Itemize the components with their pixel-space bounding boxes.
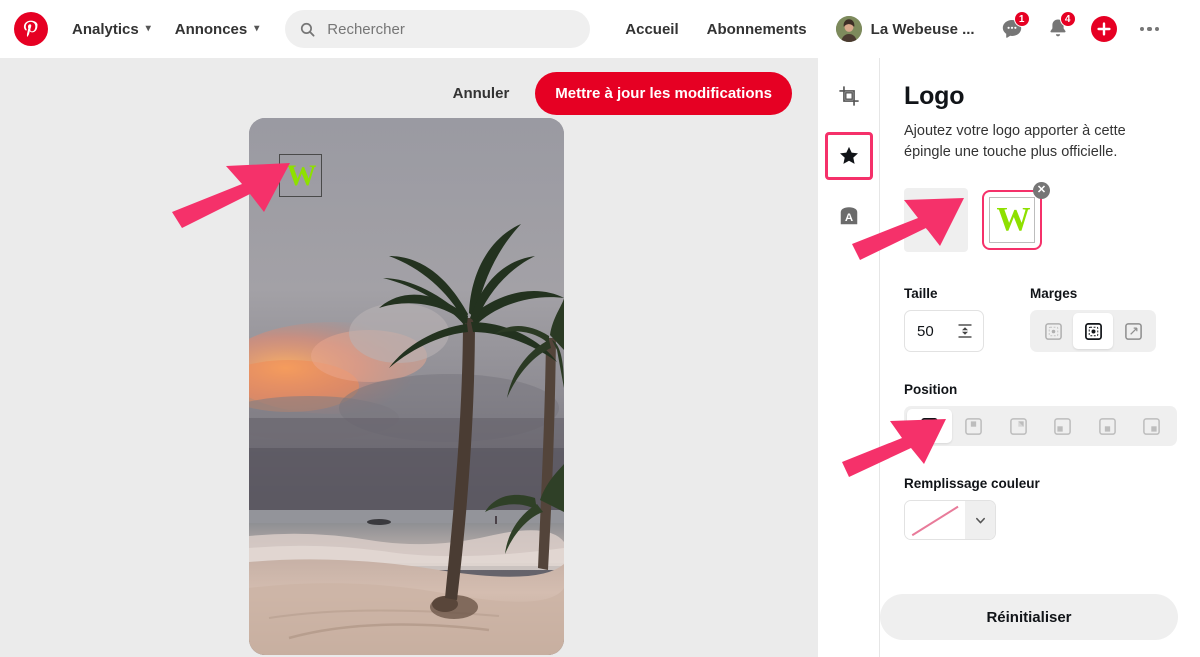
no-color-swatch [905,501,965,540]
chevron-down-icon: ▾ [145,23,151,34]
cancel-button[interactable]: Annuler [443,73,520,114]
position-top-center-icon [965,417,983,435]
notifications-button[interactable]: 4 [1039,10,1077,48]
height-resize-icon [958,324,972,338]
logo-watermark-text: W [286,158,317,192]
pinterest-pin-editor: Analytics ▾ Annonces ▾ Accueil Abonnemen… [0,0,1200,657]
notifications-badge: 4 [1059,11,1076,27]
messages-button[interactable]: 1 [993,10,1031,48]
right-panel: A Logo Ajoutez votre logo apporter à cet… [818,58,1200,657]
fill-color-select[interactable] [904,500,996,541]
search-icon [301,22,315,37]
logo-thumbnail-text: W [996,201,1031,239]
plus-icon [923,207,949,234]
position-bottom-left-icon [1054,417,1072,435]
reset-button[interactable]: Réinitialiser [880,594,1178,640]
position-bottom-center-icon [1098,417,1116,435]
logo-thumbnail[interactable]: W [982,190,1042,251]
position-top-left-icon [920,417,938,435]
editor-body: Annuler Mettre à jour les modifications [0,58,1200,657]
nav-link-accueil[interactable]: Accueil [612,13,691,46]
pin-preview-image[interactable]: W [249,118,564,655]
canvas-area: Annuler Mettre à jour les modifications [0,58,818,657]
margins-segmented-control [1030,310,1156,353]
position-top-left-button[interactable] [907,409,952,444]
position-top-right-button[interactable] [996,409,1041,443]
nav-item-label: Analytics [72,20,139,38]
margin-medium-icon [1084,322,1102,340]
text-a-icon: A [840,207,857,225]
logo-overlay-on-image[interactable]: W [279,154,322,197]
logo-thumbnail-inner: W [989,197,1035,244]
margin-small-icon [1044,322,1062,340]
margins-label: Marges [1030,286,1078,302]
position-label: Position [904,382,958,398]
header-right-group: Accueil Abonnements La Webeuse ... 1 4 [612,10,1168,48]
avatar [835,16,862,42]
position-top-right-icon [1009,417,1027,435]
nav-item-annonces[interactable]: Annonces ▾ [163,13,272,46]
logo-tool-button[interactable] [824,132,873,180]
position-segmented-control [904,406,1177,447]
canvas-action-bar: Annuler Mettre à jour les modifications [443,72,792,115]
fill-color-label: Remplissage couleur [904,476,1040,492]
size-and-margins-row: Taille 50 Marges [904,286,1178,353]
margin-large-icon [1124,322,1142,340]
position-bottom-center-button[interactable] [1085,409,1130,443]
margin-medium-button[interactable] [1073,313,1113,350]
size-input[interactable]: 50 [904,310,984,353]
chevron-down-icon [965,501,995,540]
more-options-button[interactable] [1131,10,1169,48]
star-icon [839,146,858,164]
nav-link-abonnements[interactable]: Abonnements [694,13,820,46]
position-top-center-button[interactable] [952,409,997,443]
svg-text:A: A [844,212,852,224]
user-name: La Webeuse ... [870,20,975,38]
margin-large-button[interactable] [1113,313,1153,349]
position-section: Position [904,382,1178,447]
tool-rail: A [818,58,880,657]
panel-description: Ajoutez votre logo apporter à cette épin… [904,123,1126,160]
more-options-icon [1139,26,1160,32]
plus-icon [1090,16,1117,42]
size-value: 50 [917,322,934,340]
add-logo-button[interactable] [904,188,968,253]
nav-item-analytics[interactable]: Analytics ▾ [60,13,163,46]
messages-badge: 1 [1013,11,1030,27]
user-menu[interactable]: La Webeuse ... [826,10,985,48]
position-bottom-right-icon [1143,417,1161,435]
size-label: Taille [904,286,938,302]
text-tool-button[interactable]: A [825,192,873,240]
update-changes-button[interactable]: Mettre à jour les modifications [535,72,792,115]
logo-thumbnails-row: W ✕ [904,182,1178,253]
size-field-group: Taille 50 [904,286,984,353]
app-header: Analytics ▾ Annonces ▾ Accueil Abonnemen… [0,0,1200,58]
margin-small-button[interactable] [1033,313,1073,349]
crop-tool-button[interactable] [825,72,873,120]
search-input[interactable] [327,20,577,38]
position-bottom-right-button[interactable] [1130,409,1175,443]
nav-item-label: Annonces [174,20,248,38]
logo-thumbnail-wrapper: W ✕ [982,182,1050,251]
close-icon[interactable]: ✕ [1033,182,1050,200]
search-box[interactable] [285,10,591,48]
crop-icon [838,86,859,106]
page-title: Logo [904,82,965,110]
pinterest-logo-icon[interactable] [14,12,48,46]
position-bottom-left-button[interactable] [1041,409,1086,443]
margins-field-group: Marges [1030,286,1156,353]
chevron-down-icon: ▾ [254,23,260,34]
create-button[interactable] [1085,10,1123,48]
beach-photo [249,118,564,655]
fill-color-section: Remplissage couleur [904,476,1178,541]
logo-settings-panel: Logo Ajoutez votre logo apporter à cette… [880,58,1200,657]
